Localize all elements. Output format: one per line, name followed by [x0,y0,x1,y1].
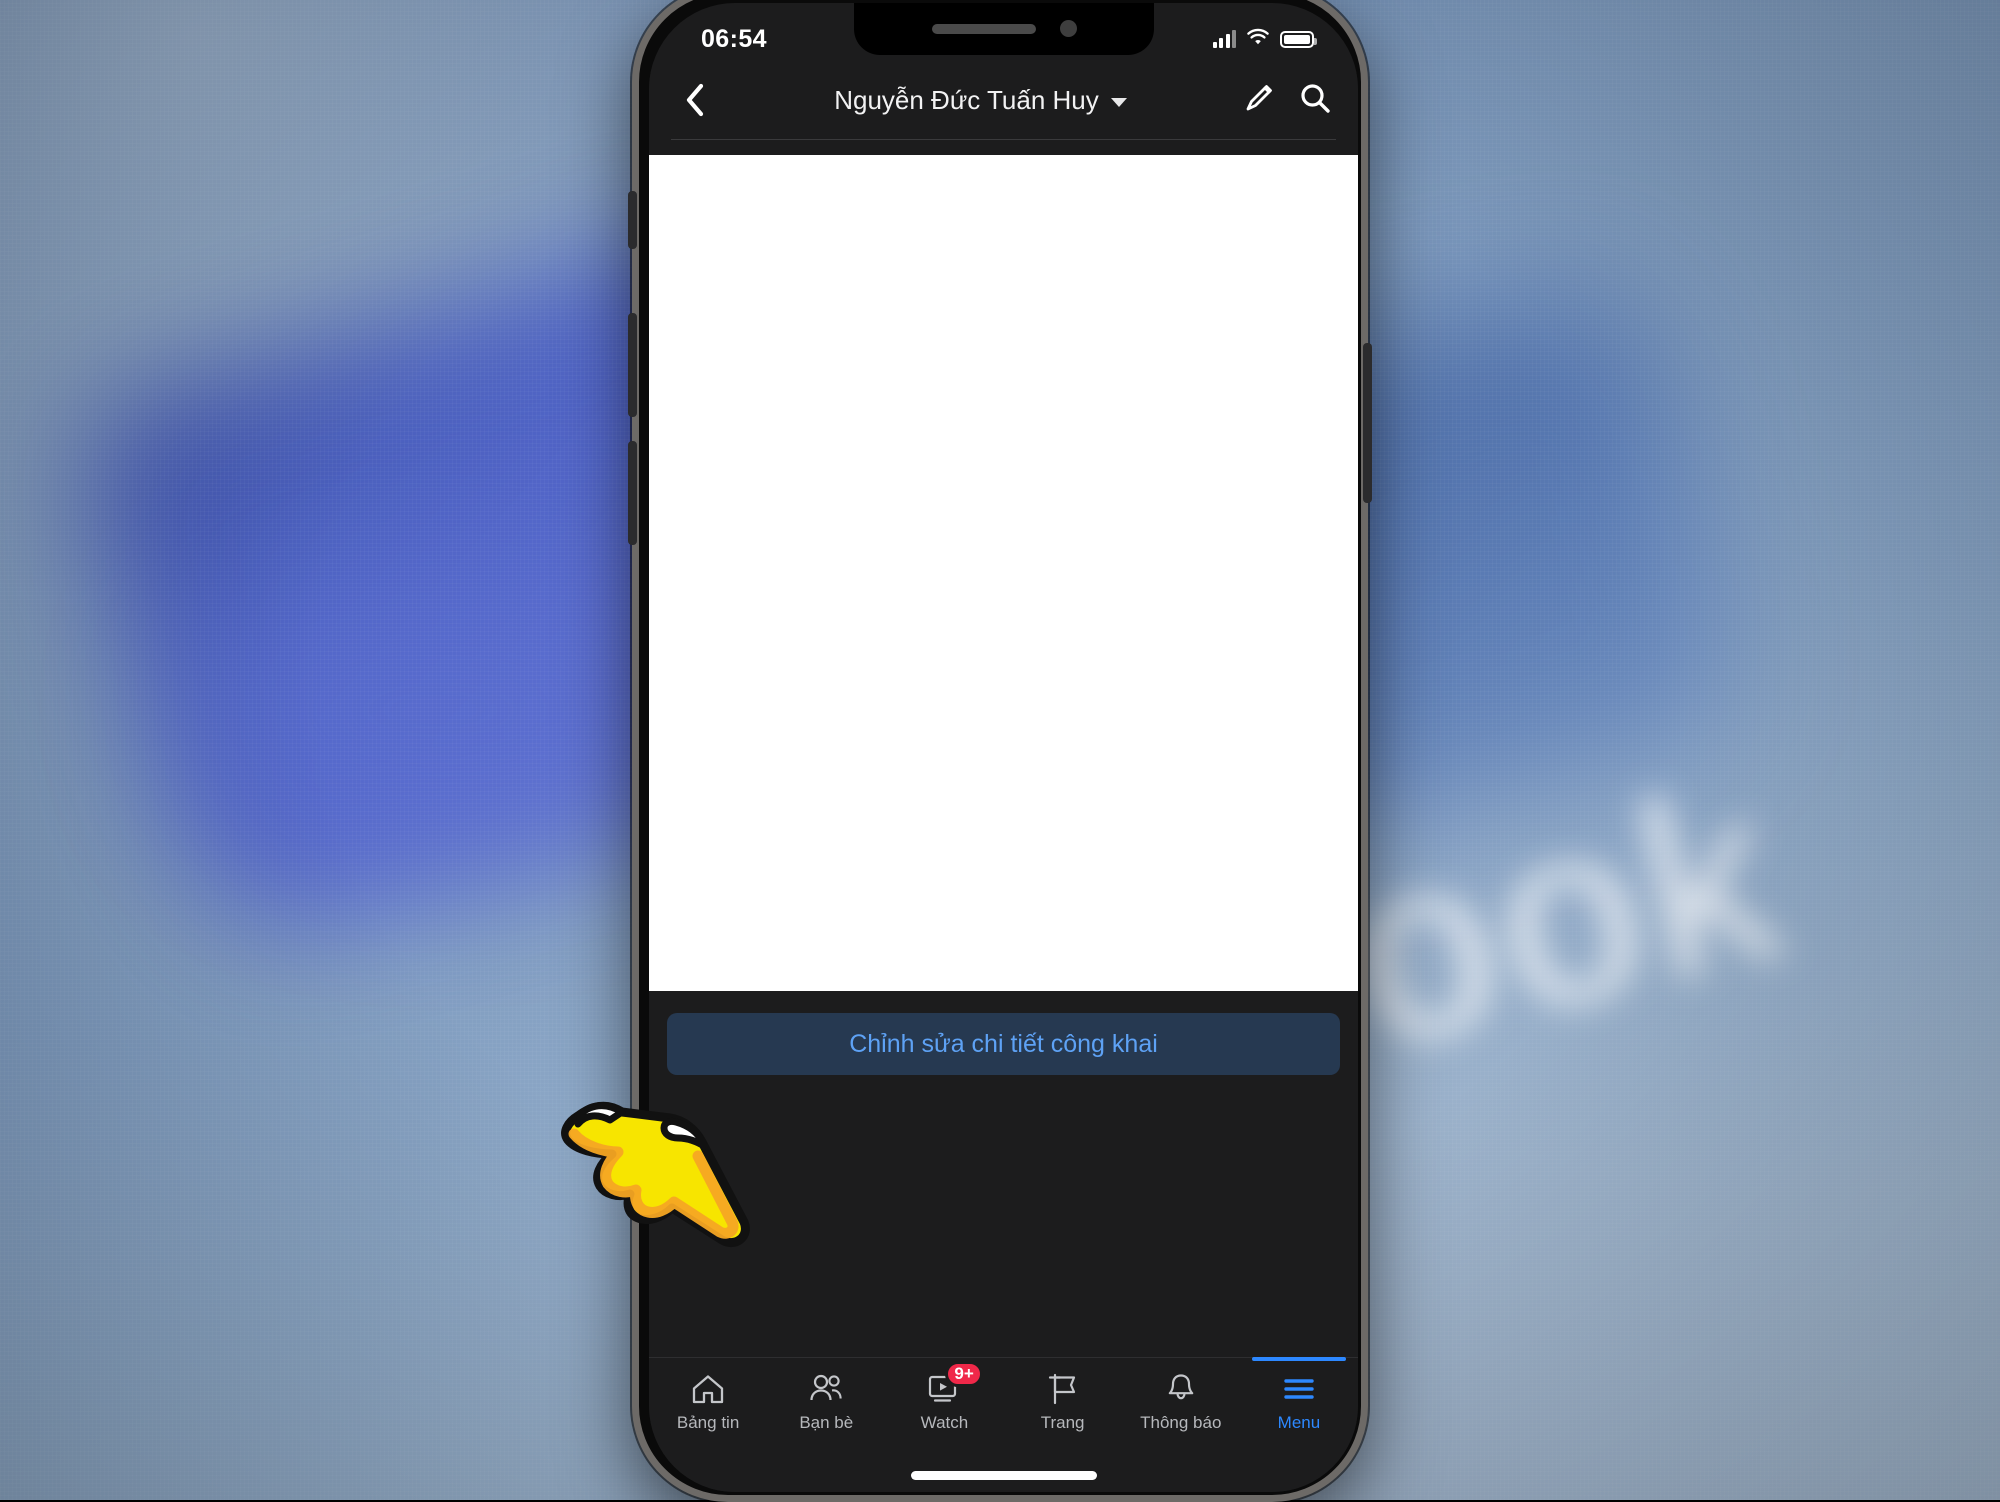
tab-trang[interactable]: Trang [1004,1372,1122,1433]
phone-screen: 06:54 Nguyễn Đức Tuấn Huy Chỉnh sửa chi … [649,3,1358,1492]
pencil-icon[interactable] [1242,81,1276,120]
device-notch [853,3,1154,55]
header-divider [671,139,1336,140]
blank-loading-overlay [649,155,1358,991]
tab-ban-be[interactable]: Bạn bè [767,1372,885,1433]
volume-up-button[interactable] [628,313,637,417]
flag-pages-icon [1046,1372,1080,1406]
front-camera [1059,20,1077,37]
chevron-down-icon [1110,97,1127,107]
home-icon [691,1372,725,1406]
tab-label: Bạn bè [799,1413,854,1432]
cellular-signal-icon [1212,30,1236,48]
back-button[interactable] [671,76,719,124]
tab-menu[interactable]: Menu [1240,1357,1358,1433]
hamburger-menu-icon [1282,1372,1316,1406]
chevron-left-icon [686,83,704,117]
app-header: Nguyễn Đức Tuấn Huy [649,61,1358,139]
wifi-icon [1246,28,1270,51]
earpiece-speaker [931,24,1036,34]
primary-button-container: Chỉnh sửa chi tiết công khai [649,991,1358,1093]
tab-label: Bảng tin [676,1413,740,1432]
status-clock: 06:54 [701,24,767,53]
tab-label: Menu [1277,1413,1321,1432]
volume-down-button[interactable] [628,441,637,545]
tab-thong-bao[interactable]: Thông báo [1122,1372,1240,1433]
tab-label: Watch [920,1413,969,1432]
silent-switch-button[interactable] [628,191,637,249]
home-indicator[interactable] [910,1471,1097,1480]
tab-label: Thông báo [1140,1413,1222,1432]
watch-unread-badge: 9+ [945,1361,983,1387]
friends-icon [808,1372,844,1406]
edit-public-details-button[interactable]: Chỉnh sửa chi tiết công khai [667,1013,1340,1075]
watch-video-icon: 9+ [926,1361,983,1406]
header-actions [1242,81,1336,120]
status-icons [1212,28,1317,51]
phone-device-frame: 06:54 Nguyễn Đức Tuấn Huy Chỉnh sửa chi … [628,0,1372,1502]
profile-name-dropdown[interactable]: Nguyễn Đức Tuấn Huy [719,85,1242,116]
page-title: Nguyễn Đức Tuấn Huy [834,84,1099,115]
tab-bang-tin[interactable]: Bảng tin [649,1372,767,1433]
power-button[interactable] [1363,343,1372,503]
active-tab-indicator [1251,1357,1347,1361]
battery-full-icon [1280,30,1317,48]
search-icon[interactable] [1298,81,1332,120]
tab-label: Trang [1040,1413,1085,1432]
bell-icon [1165,1372,1197,1406]
tab-watch[interactable]: 9+ Watch [885,1361,1003,1433]
